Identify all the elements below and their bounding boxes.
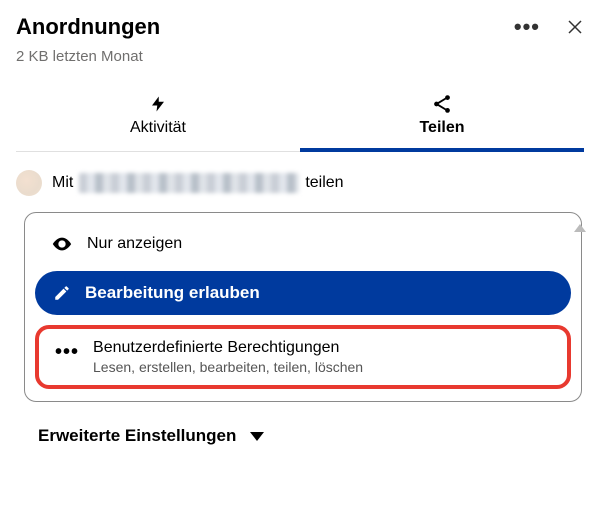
details-panel: Anordnungen ••• 2 KB letzten Monat Aktiv… bbox=[0, 0, 600, 446]
share-with-row: Mit teilen bbox=[16, 170, 584, 196]
header-actions: ••• bbox=[514, 16, 584, 38]
advanced-settings-toggle[interactable]: Erweiterte Einstellungen bbox=[38, 426, 584, 446]
permission-edit-label: Bearbeitung erlauben bbox=[85, 283, 260, 303]
permission-allow-edit[interactable]: Bearbeitung erlauben bbox=[35, 271, 571, 315]
permission-custom-highlight: ••• Benutzerdefinierte Berechtigungen Le… bbox=[35, 325, 571, 389]
scroll-up-icon[interactable] bbox=[574, 224, 586, 232]
share-icon bbox=[300, 93, 584, 115]
eye-icon bbox=[51, 233, 73, 255]
tab-share-label: Teilen bbox=[419, 119, 464, 136]
share-with-text: Mit teilen bbox=[52, 173, 344, 193]
avatar bbox=[16, 170, 42, 196]
tab-bar: Aktivität Teilen bbox=[16, 93, 584, 152]
permission-custom-desc: Lesen, erstellen, bearbeiten, teilen, lö… bbox=[93, 359, 363, 375]
permission-view-label: Nur anzeigen bbox=[87, 235, 182, 253]
permission-dropdown: Nur anzeigen Bearbeitung erlauben ••• Be… bbox=[24, 212, 582, 402]
permission-custom-label: Benutzerdefinierte Berechtigungen bbox=[93, 339, 363, 357]
tab-activity-label: Aktivität bbox=[130, 119, 186, 136]
page-title: Anordnungen bbox=[16, 14, 160, 40]
ellipsis-icon: ••• bbox=[55, 342, 79, 362]
chevron-down-icon bbox=[250, 432, 264, 441]
permission-view-only[interactable]: Nur anzeigen bbox=[35, 223, 571, 265]
share-prefix: Mit bbox=[52, 174, 73, 192]
permission-custom[interactable]: ••• Benutzerdefinierte Berechtigungen Le… bbox=[43, 335, 563, 379]
advanced-settings-label: Erweiterte Einstellungen bbox=[38, 426, 236, 446]
bolt-icon bbox=[16, 93, 300, 115]
share-target-redacted bbox=[79, 173, 299, 193]
pencil-icon bbox=[53, 284, 71, 302]
more-icon[interactable]: ••• bbox=[514, 16, 540, 38]
close-icon[interactable] bbox=[566, 18, 584, 36]
tab-share[interactable]: Teilen bbox=[300, 93, 584, 151]
file-meta: 2 KB letzten Monat bbox=[16, 48, 584, 65]
panel-header: Anordnungen ••• bbox=[16, 14, 584, 40]
tab-activity[interactable]: Aktivität bbox=[16, 93, 300, 151]
share-suffix: teilen bbox=[305, 174, 343, 192]
